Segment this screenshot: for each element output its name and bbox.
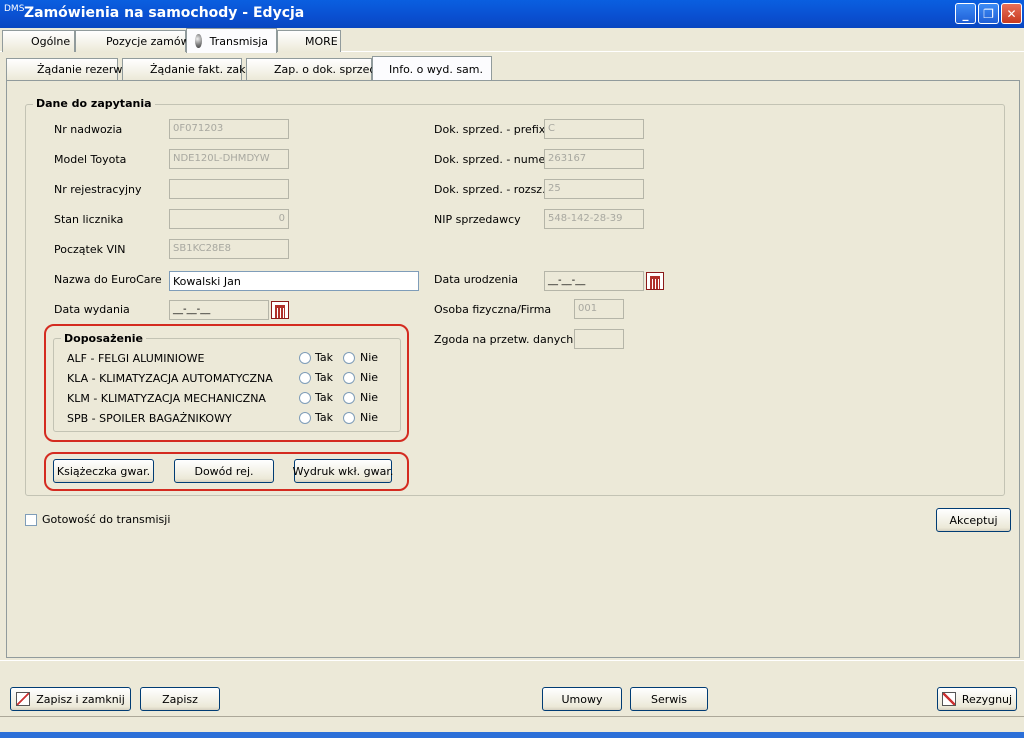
birth-date-label: Data urodzenia	[434, 273, 519, 286]
radio-no[interactable]	[343, 412, 355, 424]
model-field[interactable]: NDE120L-DHMDYW	[169, 149, 289, 169]
restore-button[interactable]: ❐	[978, 3, 999, 24]
body-number-label: Nr nadwozia	[54, 123, 123, 136]
person-company-label: Osoba fizyczna/Firma	[434, 303, 552, 316]
tab-ogolne[interactable]: Ogólne	[2, 30, 75, 52]
cancel-button[interactable]: Rezygnuj	[937, 687, 1017, 711]
radio-yes[interactable]	[299, 352, 311, 364]
radio-no-label: Nie	[360, 391, 379, 404]
tab-label: MORE	[305, 35, 338, 48]
app-icon: DMS	[4, 4, 25, 14]
person-company-field[interactable]: 001	[574, 299, 624, 319]
radio-yes-label: Tak	[315, 351, 334, 364]
equipment-item-label: SPB - SPOILER BAGAŻNIKOWY	[67, 412, 232, 425]
save-close-button[interactable]: Zapisz i zamknij	[10, 687, 131, 711]
tab-transmisja[interactable]: Transmisja	[186, 28, 277, 53]
close-button[interactable]: ✕	[1001, 3, 1022, 24]
warranty-book-button[interactable]: Książeczka gwar.	[53, 459, 154, 483]
doc-ext-field[interactable]: 25	[544, 179, 644, 199]
release-date-label: Data wydania	[54, 303, 130, 316]
cancel-icon	[941, 692, 956, 706]
radio-yes[interactable]	[299, 412, 311, 424]
tab-label: Info. o wyd. sam.	[389, 62, 484, 76]
tab-zap-dok[interactable]: Zap. o dok. sprzed.	[246, 58, 380, 80]
tab-label: Ogólne	[31, 35, 71, 48]
window-title: Zamówienia na samochody - Edycja	[24, 5, 305, 21]
vin-prefix-field[interactable]: SB1KC28E8	[169, 239, 289, 259]
vin-prefix-label: Początek VIN	[54, 243, 126, 256]
equipment-title: Doposażenie	[61, 332, 147, 345]
sub-tab-row: Żądanie rezerw. Żądanie fakt. zak. Zap. …	[0, 56, 1024, 81]
footer-divider	[0, 660, 1024, 661]
contracts-button[interactable]: Umowy	[542, 687, 622, 711]
doc-ext-label: Dok. sprzed. - rozsz.	[434, 183, 546, 196]
radio-yes-label: Tak	[315, 391, 334, 404]
print-warranty-insert-button[interactable]: Wydruk wkł. gwar.	[293, 459, 393, 483]
cancel-label: Rezygnuj	[961, 692, 1013, 706]
radio-no-label: Nie	[360, 351, 379, 364]
radio-yes-label: Tak	[315, 411, 334, 424]
body-number-field[interactable]: 0F071203	[169, 119, 289, 139]
eurocare-name-label: Nazwa do EuroCare	[54, 273, 162, 286]
calendar-icon[interactable]	[646, 272, 664, 290]
registration-number-field[interactable]	[169, 179, 289, 199]
radio-no[interactable]	[343, 392, 355, 404]
tab-zadanie-rezerw[interactable]: Żądanie rezerw.	[6, 58, 125, 80]
radio-yes[interactable]	[299, 392, 311, 404]
eurocare-name-input[interactable]: Kowalski Jan	[169, 271, 419, 291]
tab-more[interactable]: MORE	[277, 30, 341, 52]
registration-doc-button[interactable]: Dowód rej.	[174, 459, 274, 483]
radio-yes[interactable]	[299, 372, 311, 384]
tab-label: Pozycje zamów.	[106, 35, 193, 48]
title-bar: DMS Zamówienia na samochody - Edycja _ ❐…	[0, 0, 1024, 28]
save-close-label: Zapisz i zamknij	[36, 692, 125, 706]
save-close-icon	[16, 692, 31, 706]
consent-field[interactable]	[574, 329, 624, 349]
radio-no-label: Nie	[360, 411, 379, 424]
tab-zadanie-fakt[interactable]: Żądanie fakt. zak.	[122, 58, 249, 80]
save-button[interactable]: Zapisz	[140, 687, 220, 711]
radio-yes-label: Tak	[315, 371, 334, 384]
radio-no[interactable]	[343, 352, 355, 364]
ready-checkbox[interactable]	[25, 514, 37, 526]
radio-no-label: Nie	[360, 371, 379, 384]
equipment-item-label: ALF - FELGI ALUMINIOWE	[67, 352, 205, 365]
status-divider	[0, 716, 1024, 717]
tab-label: Zap. o dok. sprzed.	[274, 63, 380, 76]
main-tab-row: Ogólne Pozycje zamów. Transmisja MORE	[0, 28, 1024, 53]
accept-button[interactable]: Akceptuj	[936, 508, 1011, 532]
doc-prefix-field[interactable]: C	[544, 119, 644, 139]
doc-number-field[interactable]: 263167	[544, 149, 644, 169]
tab-label: Transmisja	[209, 34, 268, 48]
registration-number-label: Nr rejestracyjny	[54, 183, 142, 196]
ready-checkbox-label: Gotowość do transmisji	[42, 513, 171, 526]
seller-nip-label: NIP sprzedawcy	[434, 213, 521, 226]
model-label: Model Toyota	[54, 153, 127, 166]
minimize-button[interactable]: _	[955, 3, 976, 24]
consent-label: Zgoda na przetw. danych	[434, 333, 574, 346]
status-bar	[0, 732, 1024, 738]
doc-number-label: Dok. sprzed. - numer	[434, 153, 550, 166]
service-button[interactable]: Serwis	[630, 687, 708, 711]
status-led-icon	[195, 34, 202, 48]
calendar-icon[interactable]	[271, 301, 289, 319]
equipment-item-label: KLM - KLIMATYZACJA MECHANICZNA	[67, 392, 266, 405]
release-date-field[interactable]: __-__-__	[169, 300, 269, 320]
doc-prefix-label: Dok. sprzed. - prefix	[434, 123, 546, 136]
odometer-field[interactable]: 0	[169, 209, 289, 229]
tab-label: Żądanie rezerw.	[37, 63, 125, 76]
birth-date-field[interactable]: __-__-__	[544, 271, 644, 291]
equipment-item-label: KLA - KLIMATYZACJA AUTOMATYCZNA	[67, 372, 273, 385]
odometer-label: Stan licznika	[54, 213, 124, 226]
tab-pozycje[interactable]: Pozycje zamów.	[75, 30, 192, 52]
radio-no[interactable]	[343, 372, 355, 384]
tab-label: Żądanie fakt. zak.	[150, 63, 249, 76]
group-title: Dane do zapytania	[33, 97, 155, 110]
seller-nip-field[interactable]: 548-142-28-39	[544, 209, 644, 229]
tab-info-wyd[interactable]: Info. o wyd. sam.	[372, 56, 492, 81]
